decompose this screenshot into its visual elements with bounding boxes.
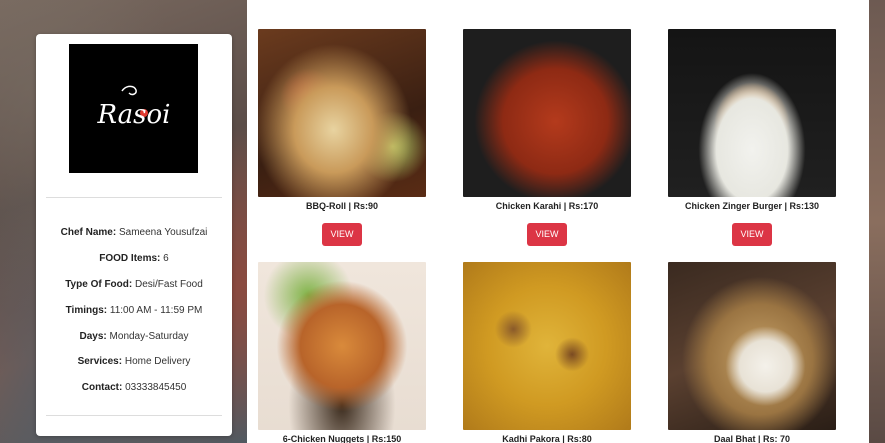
chef-name-label: Chef Name:	[60, 227, 117, 238]
zinger-burger-image[interactable]	[668, 29, 836, 197]
food-items-line: FOOD Items: 6	[36, 253, 232, 265]
menu-card-chicken-karahi: Chicken Karahi | Rs:170 VIEW	[463, 29, 631, 246]
divider	[46, 197, 222, 198]
rasoi-logo-mark: Rasoi	[96, 85, 170, 130]
menu-card-bbq-roll: BBQ-Roll | Rs:90 VIEW	[258, 29, 426, 246]
logo-text: Rasoi	[96, 100, 170, 130]
menu-item-caption: 6-Chicken Nuggets | Rs:150	[282, 434, 402, 443]
menu-card-daal-bhat: Daal Bhat | Rs: 70	[668, 262, 836, 443]
timings-line: Timings: 11:00 AM - 11:59 PM	[36, 305, 232, 317]
chef-profile-card: Rasoi Chef Name: Sameena Yousufzai FOOD …	[36, 34, 232, 436]
background-photo-right	[869, 0, 885, 443]
bbq-roll-image[interactable]	[258, 29, 426, 197]
menu-card-chicken-nuggets: 6-Chicken Nuggets | Rs:150	[258, 262, 426, 443]
menu-item-caption: Kadhi Pakora | Rs:80	[502, 434, 592, 443]
divider	[46, 415, 222, 416]
contact-line: Contact: 03333845450	[36, 382, 232, 394]
menu-card-kadhi-pakora: Kadhi Pakora | Rs:80	[463, 262, 631, 443]
view-button[interactable]: VIEW	[732, 223, 772, 246]
services-line: Services: Home Delivery	[36, 356, 232, 368]
food-type-label: Type Of Food:	[65, 279, 133, 290]
days-value: Monday-Saturday	[109, 331, 189, 342]
menu-item-caption: Daal Bhat | Rs: 70	[713, 434, 791, 443]
kadhi-pakora-image[interactable]	[463, 262, 631, 430]
services-value: Home Delivery	[124, 356, 191, 367]
menu-item-caption: BBQ-Roll | Rs:90	[305, 201, 379, 211]
chef-name-value: Sameena Yousufzai	[118, 227, 208, 238]
chicken-karahi-image[interactable]	[463, 29, 631, 197]
rasoi-logo: Rasoi	[69, 44, 198, 173]
days-line: Days: Monday-Saturday	[36, 331, 232, 343]
contact-value: 03333845450	[125, 382, 187, 393]
days-label: Days:	[79, 331, 107, 342]
menu-item-caption: Chicken Karahi | Rs:170	[495, 201, 599, 211]
timings-label: Timings:	[65, 305, 108, 316]
timings-value: 11:00 AM - 11:59 PM	[109, 305, 203, 316]
food-items-label: FOOD Items:	[99, 253, 161, 264]
food-type-value: Desi/Fast Food	[135, 279, 203, 290]
contact-label: Contact:	[81, 382, 123, 393]
view-button[interactable]: VIEW	[527, 223, 567, 246]
food-type-line: Type Of Food: Desi/Fast Food	[36, 279, 232, 291]
chicken-nuggets-image[interactable]	[258, 262, 426, 430]
food-items-value: 6	[163, 253, 169, 264]
services-label: Services:	[77, 356, 123, 367]
menu-card-zinger-burger: Chicken Zinger Burger | Rs:130 VIEW	[668, 29, 836, 246]
daal-bhat-image[interactable]	[668, 262, 836, 430]
view-button[interactable]: VIEW	[322, 223, 362, 246]
menu-item-caption: Chicken Zinger Burger | Rs:130	[684, 201, 820, 211]
chef-name-line: Chef Name: Sameena Yousufzai	[36, 227, 232, 239]
